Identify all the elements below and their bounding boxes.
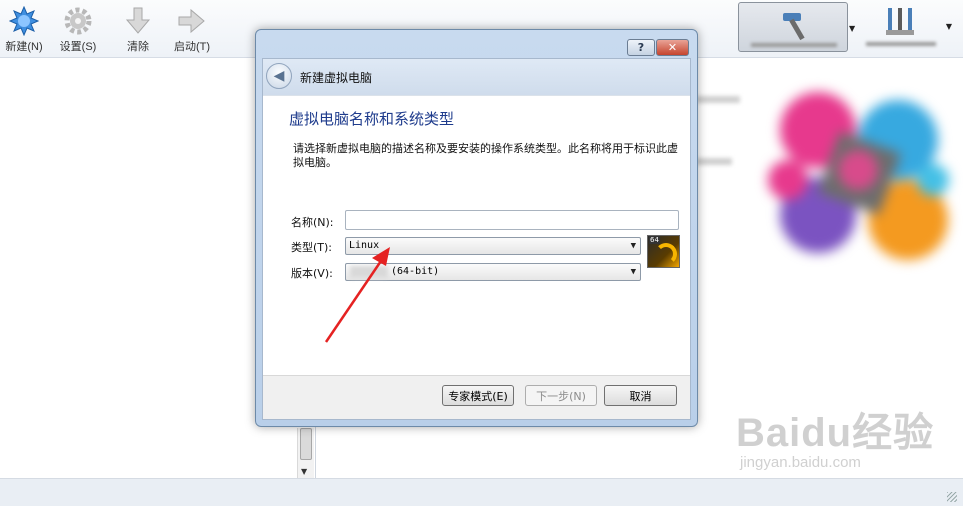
start-button[interactable]: 启动(T) xyxy=(164,4,220,56)
page-heading: 虚拟电脑名称和系统类型 xyxy=(289,110,455,128)
arrow-left-icon: ◀ xyxy=(273,68,285,84)
version-label: 版本(V): xyxy=(291,267,333,280)
new-vm-label: 新建(N) xyxy=(5,41,43,53)
chevron-down-icon: ▼ xyxy=(945,22,952,31)
dialog-header: ◀ 新建虚拟电脑 xyxy=(263,59,690,95)
os-64-badge: 64 xyxy=(649,236,660,244)
hammer-icon xyxy=(783,13,805,41)
dialog-footer: 专家模式(E) 下一步(N) 取消 xyxy=(263,375,690,419)
baidu-watermark: Baidu经验 jingyan.baidu.com xyxy=(736,400,934,471)
cancel-button[interactable]: 取消 xyxy=(604,385,677,406)
new-star-icon xyxy=(9,6,39,36)
machine-tools-dropdown[interactable]: ▼ xyxy=(848,4,858,52)
type-select[interactable]: Linux ▼ xyxy=(345,237,641,255)
blurred-version-name xyxy=(350,266,388,278)
name-input[interactable] xyxy=(345,210,679,230)
virtualbox-logo xyxy=(768,92,949,260)
scroll-down-arrow-icon[interactable]: ▼ xyxy=(301,467,307,476)
type-label: 类型(T): xyxy=(291,241,333,254)
help-button[interactable]: ? xyxy=(627,39,655,56)
chevron-down-icon: ▼ xyxy=(630,267,636,277)
blurred-text xyxy=(696,96,740,103)
expert-mode-button[interactable]: 专家模式(E) xyxy=(442,385,514,406)
tools-icon xyxy=(886,8,914,35)
gear-icon xyxy=(64,7,92,35)
version-select-value: (64-bit) xyxy=(391,266,440,277)
watermark-main-text: Baidu经验 xyxy=(736,411,935,455)
global-tools-blurred-label xyxy=(866,42,936,46)
version-select[interactable]: (64-bit) ▼ xyxy=(345,263,641,281)
os-logo-icon xyxy=(655,243,677,265)
resize-grip[interactable] xyxy=(947,492,957,502)
type-select-value: Linux xyxy=(349,240,380,251)
clear-label: 清除 xyxy=(127,41,149,53)
back-button[interactable]: ◀ xyxy=(266,63,292,89)
os-type-icon: 64 xyxy=(647,235,680,268)
vm-list-scrollbar[interactable]: ▼ xyxy=(297,428,314,478)
page-description: 请选择新虚拟电脑的描述名称及要安装的操作系统类型。此名称将用于标识此虚拟电脑。 xyxy=(293,142,678,169)
chevron-down-icon: ▼ xyxy=(849,24,856,33)
arrow-down-icon xyxy=(125,7,151,34)
clear-button[interactable]: 清除 xyxy=(114,4,162,56)
dialog-body: ◀ 新建虚拟电脑 虚拟电脑名称和系统类型 请选择新虚拟电脑的描述名称及要安装的操… xyxy=(262,58,691,420)
machine-tools-blurred-label xyxy=(751,43,837,47)
next-button[interactable]: 下一步(N) xyxy=(525,385,597,406)
dialog-title: 新建虚拟电脑 xyxy=(300,71,373,85)
close-button[interactable]: ✕ xyxy=(656,39,689,56)
settings-button[interactable]: 设置(S) xyxy=(54,4,102,56)
new-vm-dialog: ? ✕ ◀ 新建虚拟电脑 虚拟电脑名称和系统类型 请选择新虚拟电脑的描述名称及要… xyxy=(255,29,698,427)
global-tools-button[interactable]: ▼ xyxy=(862,2,954,52)
machine-tools-button[interactable] xyxy=(738,2,848,52)
close-icon: ✕ xyxy=(667,41,678,54)
dialog-content: 虚拟电脑名称和系统类型 请选择新虚拟电脑的描述名称及要安装的操作系统类型。此名称… xyxy=(263,95,690,375)
status-bar xyxy=(0,478,963,506)
chevron-down-icon: ▼ xyxy=(630,241,636,251)
name-label: 名称(N): xyxy=(291,216,334,229)
caption-buttons: ? ✕ xyxy=(627,39,689,56)
arrow-right-icon xyxy=(178,8,205,34)
settings-label: 设置(S) xyxy=(59,41,97,53)
start-label: 启动(T) xyxy=(173,41,211,53)
scrollbar-thumb[interactable] xyxy=(300,428,312,460)
blurred-text xyxy=(696,158,732,165)
new-vm-button[interactable]: 新建(N) xyxy=(0,4,48,56)
